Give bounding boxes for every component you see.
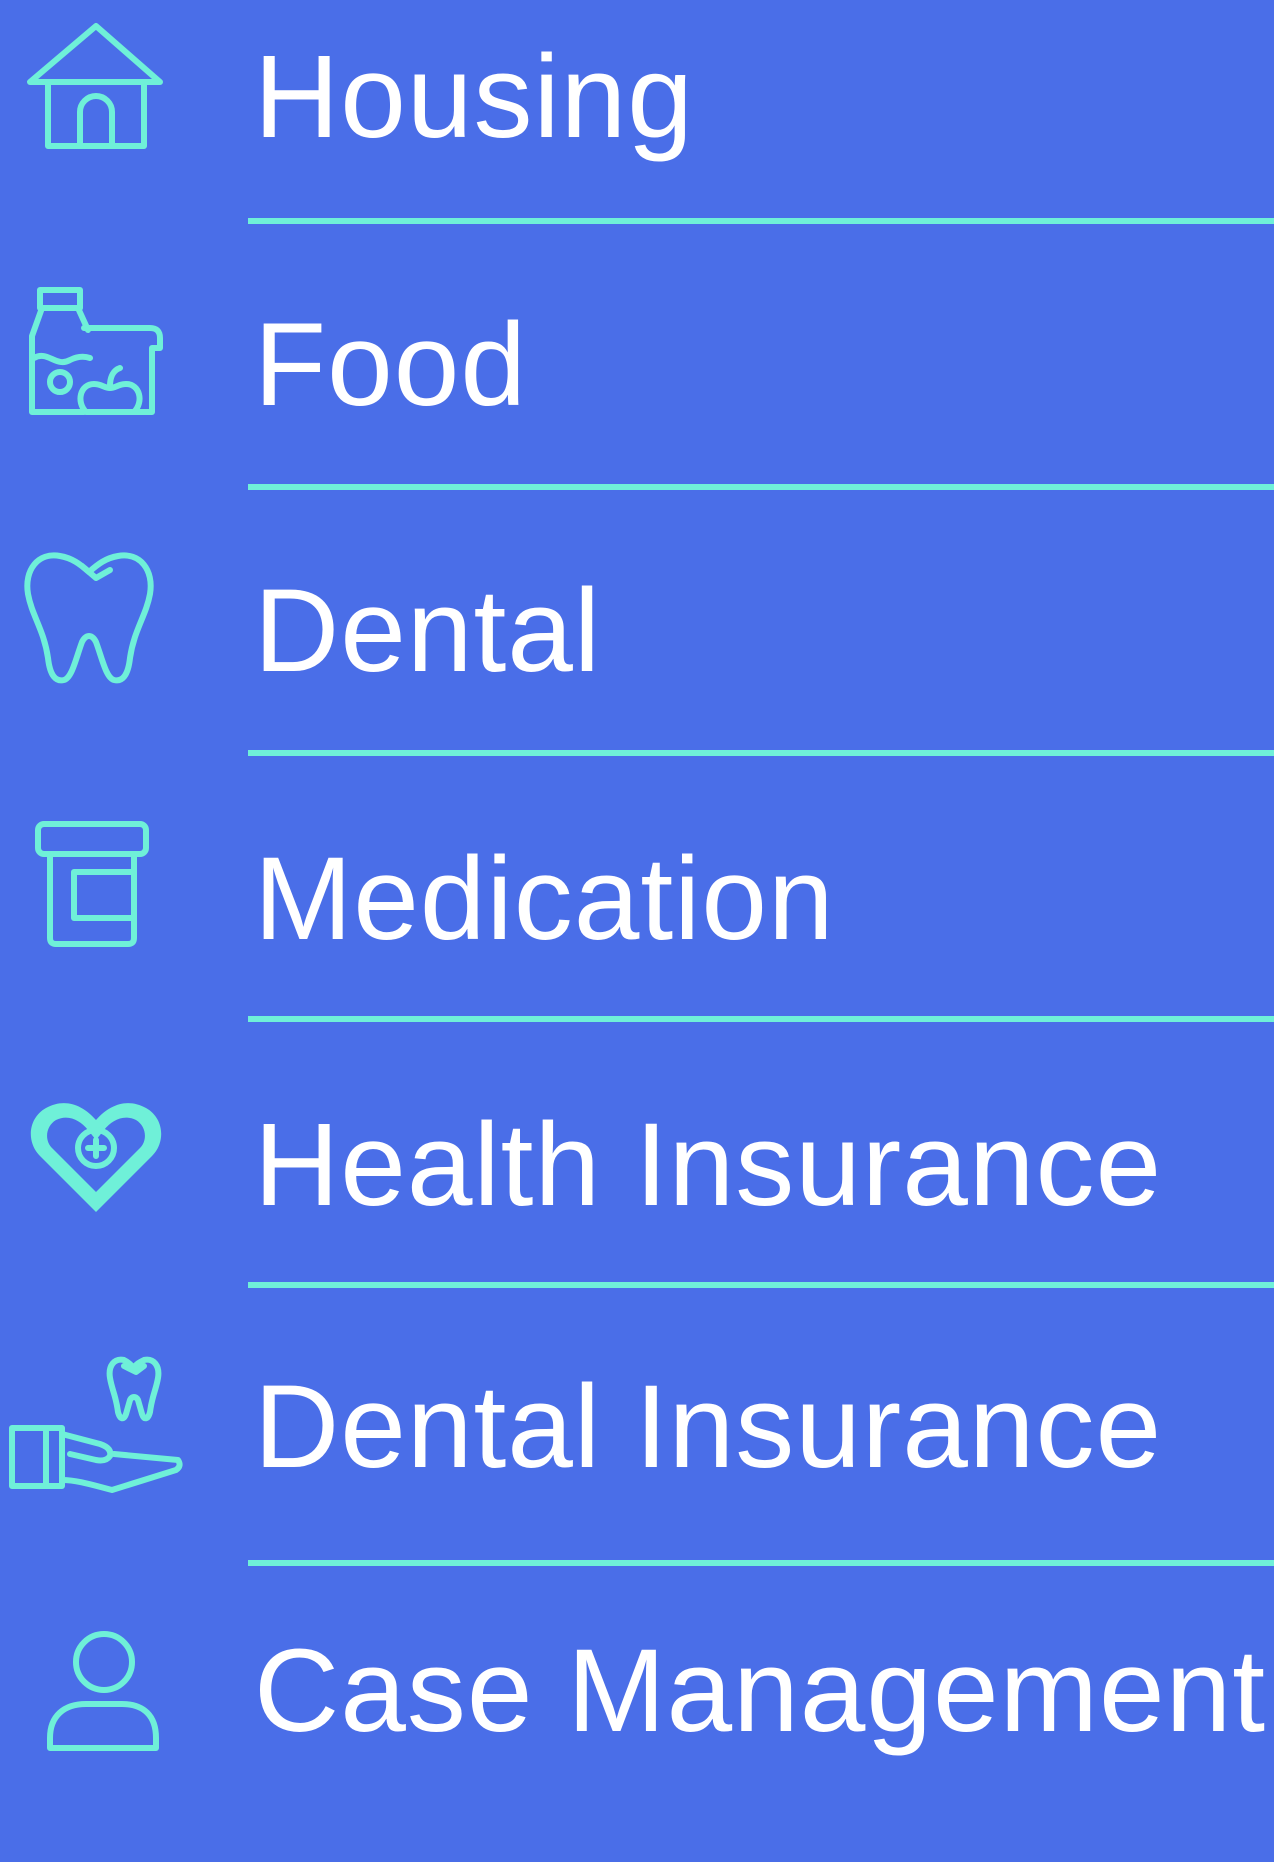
menu-item-dental[interactable]: Dental	[0, 532, 1274, 798]
menu-item-label: Case Management	[254, 1625, 1267, 1757]
heart-plus-icon	[0, 1082, 200, 1262]
divider	[248, 1282, 1274, 1288]
groceries-icon	[0, 284, 200, 464]
hand-tooth-icon	[0, 1356, 200, 1536]
menu-item-housing[interactable]: Housing	[0, 0, 1274, 266]
menu-item-label: Housing	[254, 31, 694, 163]
menu-item-food[interactable]: Food	[0, 266, 1274, 532]
menu-item-label: Dental Insurance	[254, 1361, 1163, 1493]
menu-item-medication[interactable]: Medication	[0, 798, 1274, 1064]
menu-item-label: Health Insurance	[254, 1099, 1163, 1231]
pill-bottle-icon	[0, 820, 200, 1000]
menu-item-health-insurance[interactable]: Health Insurance	[0, 1064, 1274, 1330]
divider	[248, 1016, 1274, 1022]
house-icon	[0, 20, 200, 200]
menu-item-case-management[interactable]: Case Management	[0, 1596, 1274, 1862]
menu-item-label: Food	[254, 299, 527, 431]
tooth-icon	[0, 548, 200, 728]
menu-item-label: Dental	[254, 565, 602, 697]
person-icon	[0, 1631, 200, 1812]
divider	[248, 218, 1274, 224]
divider	[248, 750, 1274, 756]
divider	[248, 484, 1274, 490]
menu-item-dental-insurance[interactable]: Dental Insurance	[0, 1330, 1274, 1596]
services-menu: Housing Food Dental Medication Health In…	[0, 0, 1274, 1751]
divider	[248, 1560, 1274, 1566]
menu-item-label: Medication	[254, 833, 835, 965]
